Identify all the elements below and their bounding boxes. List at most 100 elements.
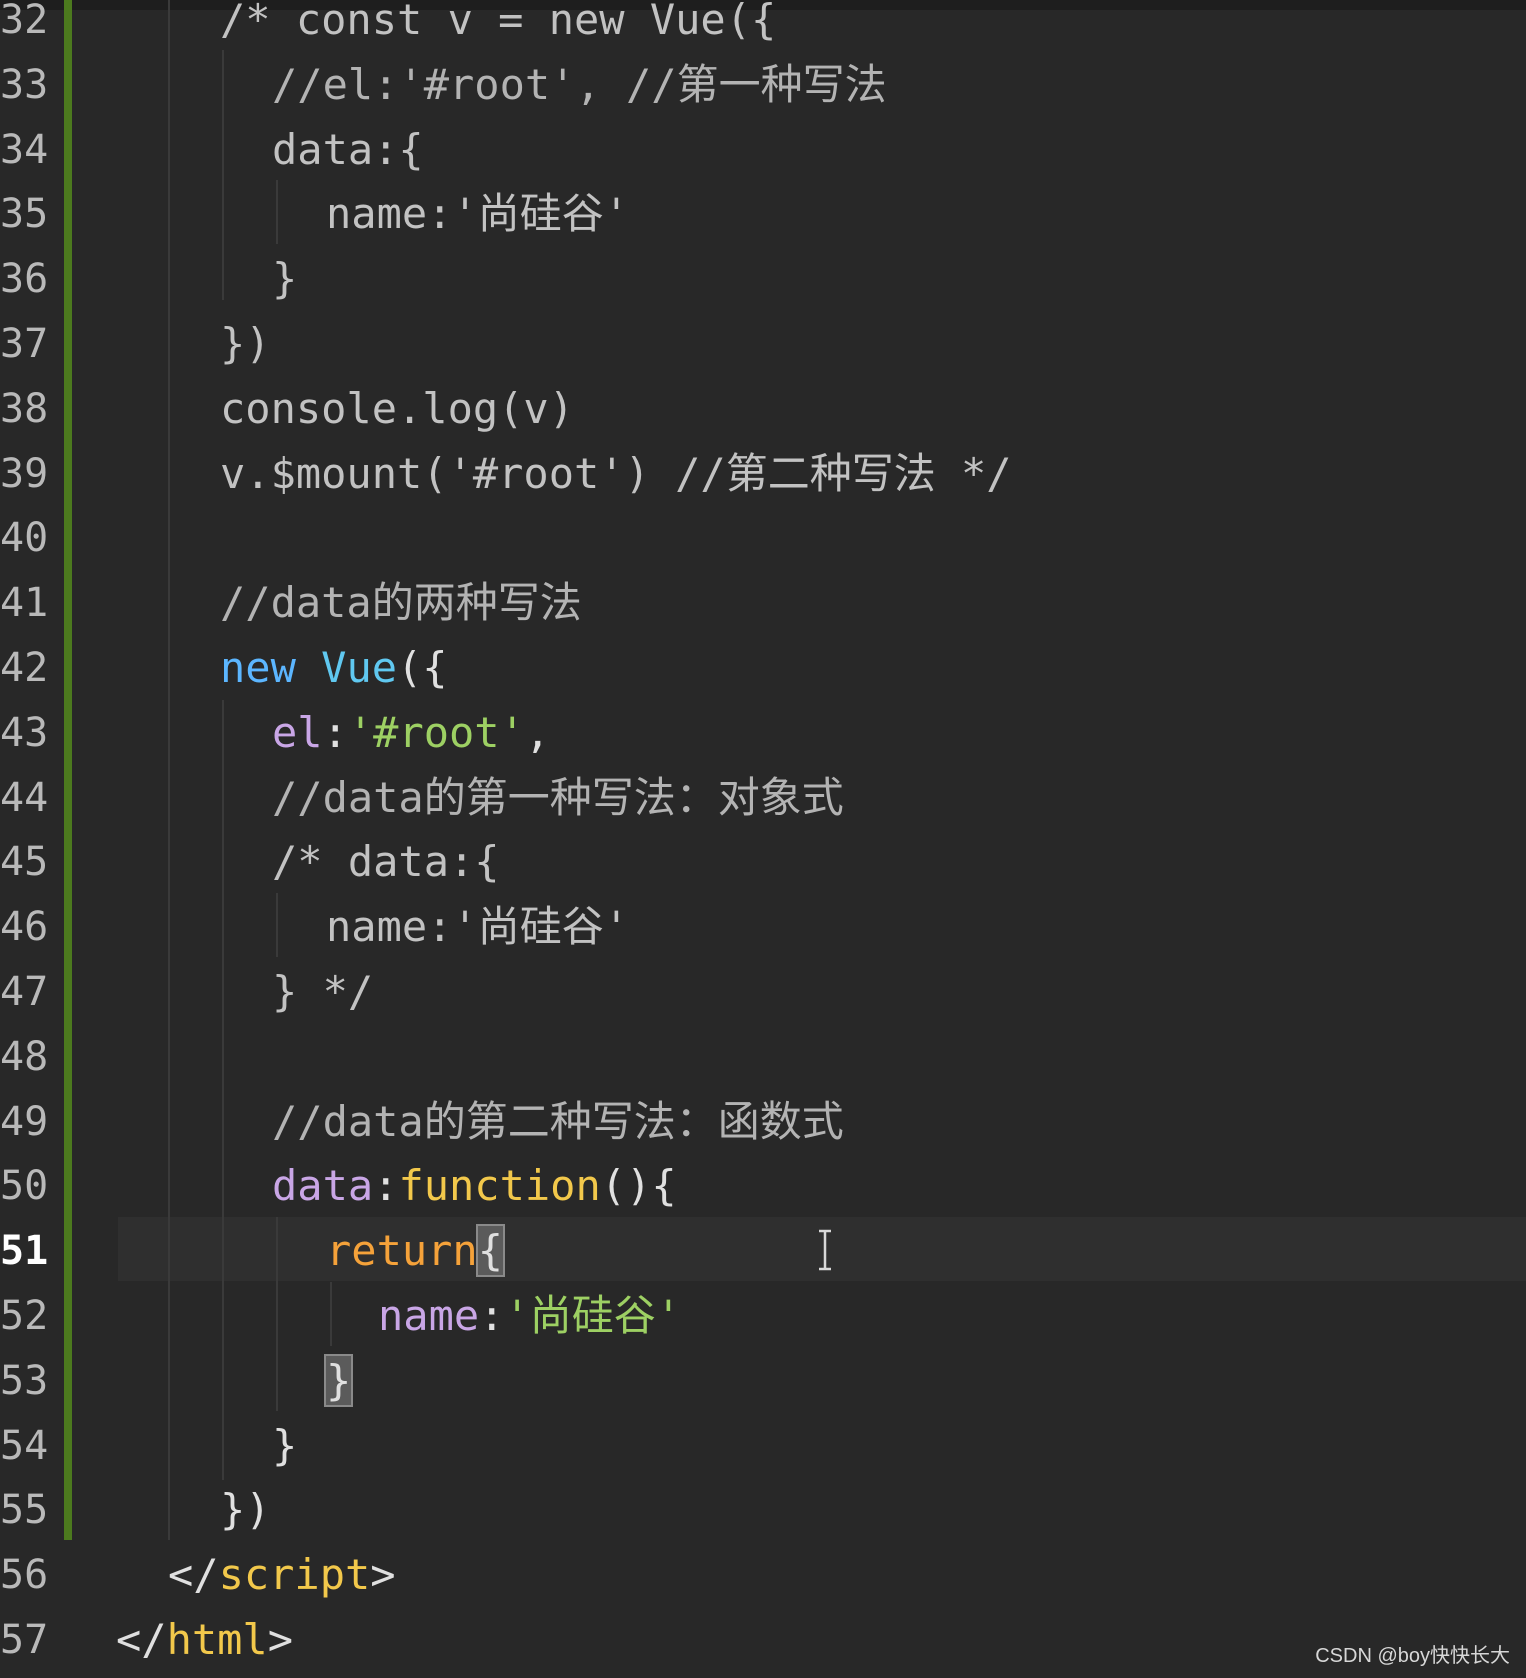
code-token: /* const v = new Vue({	[220, 0, 777, 44]
line-code[interactable]: v.$mount('#root') //第二种写法 */	[220, 442, 1012, 506]
line-code[interactable]: return{	[326, 1219, 506, 1283]
line-number: 46	[0, 904, 49, 951]
line-code[interactable]: name:'尚硅谷'	[326, 182, 629, 246]
code-token: //el:'#root', //第一种写法	[272, 59, 887, 109]
code-token: new	[220, 643, 296, 692]
line-number: 37	[0, 321, 49, 367]
line-code[interactable]: //el:'#root', //第一种写法	[272, 53, 887, 117]
code-line[interactable]: 39 v.$mount('#root') //第二种写法 */	[0, 442, 1526, 506]
line-code[interactable]: /* const v = new Vue({	[220, 0, 776, 52]
code-token: data:{	[272, 124, 424, 174]
code-line[interactable]: 37})	[0, 312, 1526, 376]
line-code[interactable]: </script>	[168, 1543, 396, 1607]
line-code[interactable]: //data的第二种写法：函数式	[272, 1090, 844, 1154]
code-token: function	[398, 1161, 601, 1211]
line-code[interactable]: name:'尚硅谷'	[378, 1284, 681, 1348]
code-line[interactable]: 48	[0, 1025, 1526, 1089]
line-code[interactable]: }	[323, 1349, 354, 1413]
code-token: console.log(v)	[220, 383, 575, 433]
code-line[interactable]: 35 name:'尚硅谷'	[0, 182, 1526, 246]
line-number: 38	[0, 385, 49, 432]
line-number: 35	[0, 191, 49, 238]
line-number: 56	[0, 1552, 49, 1599]
line-number: 48	[0, 1033, 49, 1080]
line-code[interactable]: new Vue({	[220, 636, 448, 700]
line-code[interactable]: data:{	[272, 118, 424, 182]
code-line[interactable]: 56 </script>	[0, 1543, 1526, 1607]
code-token: </	[116, 1615, 167, 1664]
code-line[interactable]: 42 new Vue({	[0, 636, 1526, 700]
code-editor[interactable]: 32 /* const v = new Vue({ 33 //el:'#root', …	[0, 0, 1526, 1678]
line-code[interactable]: </html>	[116, 1608, 293, 1672]
code-token: Vue	[321, 643, 398, 692]
code-line[interactable]: 46 name:'尚硅谷'	[0, 895, 1526, 959]
code-token: ,	[524, 707, 551, 757]
code-line[interactable]: 49 //data的第二种写法：函数式	[0, 1090, 1526, 1154]
code-line[interactable]: 50 data:function(){	[0, 1154, 1526, 1218]
code-line[interactable]: 44 //data的第一种写法：对象式	[0, 766, 1526, 830]
line-number: 34	[0, 126, 49, 173]
line-code[interactable]: el:'#root',	[272, 701, 550, 765]
code-line[interactable]: 55})	[0, 1478, 1526, 1542]
code-token: </	[168, 1550, 219, 1600]
code-line[interactable]: 54}	[0, 1414, 1526, 1478]
line-code[interactable]: }	[272, 247, 297, 311]
code-line[interactable]: 34 data:{	[0, 118, 1526, 182]
code-token: })	[220, 1485, 271, 1535]
code-line[interactable]: 41 //data的两种写法	[0, 571, 1526, 635]
code-line[interactable]: 38 console.log(v)	[0, 377, 1526, 441]
line-code[interactable]: })	[220, 312, 271, 376]
line-code[interactable]: //data的第一种写法：对象式	[272, 766, 844, 830]
code-token: script	[218, 1550, 371, 1600]
line-code[interactable]: //data的两种写法	[220, 571, 582, 635]
line-code[interactable]: name:'尚硅谷'	[326, 895, 629, 959]
code-token: //data的第一种写法：对象式	[272, 772, 844, 822]
line-code[interactable]: }	[272, 1414, 297, 1478]
code-line[interactable]: 57 </html>	[0, 1608, 1526, 1672]
code-token: :	[479, 1291, 505, 1340]
line-number: 49	[0, 1098, 49, 1145]
line-code[interactable]: console.log(v)	[220, 377, 574, 441]
line-number: 43	[0, 709, 49, 756]
code-token: v.$mount('#root') //第二种写法 */	[220, 448, 1012, 498]
code-token: }	[272, 1420, 298, 1470]
code-token: }	[323, 1353, 354, 1407]
line-number: 55	[0, 1487, 49, 1534]
line-number: 33	[0, 61, 49, 108]
line-number: 47	[0, 969, 49, 1015]
line-number: 54	[0, 1422, 49, 1469]
line-number: 44	[0, 774, 49, 821]
code-token: el	[272, 707, 323, 757]
code-token: html	[166, 1615, 268, 1664]
line-number: 51	[0, 1228, 49, 1275]
line-number: 52	[0, 1293, 49, 1339]
line-number: 39	[0, 450, 49, 497]
code-token: '#root'	[347, 707, 525, 757]
code-line[interactable]: 40	[0, 506, 1526, 570]
line-number: 42	[0, 645, 49, 691]
code-token: name:'尚硅谷'	[326, 189, 630, 239]
code-line[interactable]: 47 } */	[0, 960, 1526, 1024]
code-token: :	[373, 1161, 399, 1211]
code-token: return	[326, 1226, 478, 1276]
code-line[interactable]: 43 el:'#root',	[0, 701, 1526, 765]
code-line[interactable]: 32 /* const v = new Vue({	[0, 0, 1526, 52]
code-line[interactable]: 33 //el:'#root', //第一种写法	[0, 53, 1526, 117]
code-line[interactable]: 36}	[0, 247, 1526, 311]
line-number: 32	[0, 0, 49, 43]
code-token: {	[475, 1224, 506, 1278]
code-line[interactable]: 52 name:'尚硅谷'	[0, 1284, 1526, 1348]
line-code[interactable]: })	[220, 1478, 271, 1542]
code-token: })	[220, 319, 271, 368]
code-token: }	[272, 254, 298, 304]
code-line[interactable]: 53}	[0, 1349, 1526, 1413]
line-code[interactable]: /* data:{	[272, 830, 500, 894]
code-line[interactable]: 45 /* data:{	[0, 830, 1526, 894]
line-code[interactable]: } */	[272, 960, 373, 1024]
line-code[interactable]: data:function(){	[272, 1154, 677, 1218]
code-token: //data的第二种写法：函数式	[272, 1096, 844, 1146]
code-line[interactable]: 51 return{	[0, 1219, 1526, 1283]
line-number: 53	[0, 1357, 49, 1404]
line-number: 57	[0, 1617, 49, 1663]
